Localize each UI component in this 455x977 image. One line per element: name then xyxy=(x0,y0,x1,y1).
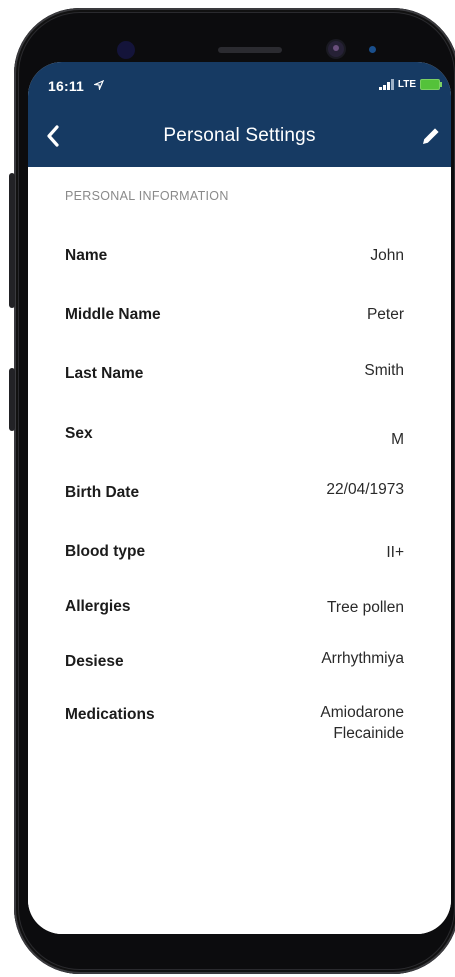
name-label: Name xyxy=(65,247,108,264)
iris-sensor xyxy=(117,41,135,59)
volume-button xyxy=(9,173,15,308)
sex-value: M xyxy=(391,431,404,448)
signal-icon xyxy=(378,79,394,90)
status-time: 16:11 xyxy=(48,78,85,94)
personal-info-content: PERSONAL INFORMATION Name John Middle Na… xyxy=(28,167,451,934)
disease-value: Arrhythmiya xyxy=(321,650,404,667)
medications-label: Medications xyxy=(65,706,155,723)
speaker-grille xyxy=(218,47,282,53)
network-label: LTE xyxy=(397,79,416,90)
status-indicators: LTE xyxy=(378,79,442,90)
medications-value: Amiodarone Flecainide xyxy=(320,702,404,744)
allergies-value: Tree pollen xyxy=(327,599,404,616)
app-screen: 16:11 LTE Personal Settings PERSONAL INF… xyxy=(28,62,451,934)
blood-type-label: Blood type xyxy=(65,543,146,560)
blood-type-value: II+ xyxy=(386,544,404,561)
location-arrow-icon xyxy=(92,79,105,93)
battery-icon xyxy=(420,79,442,90)
name-value: John xyxy=(370,247,404,264)
last-name-value: Smith xyxy=(364,362,404,379)
sex-label: Sex xyxy=(65,425,93,442)
section-title: PERSONAL INFORMATION xyxy=(65,189,229,203)
edit-button[interactable] xyxy=(419,124,443,148)
middle-name-label: Middle Name xyxy=(65,306,161,323)
page-title: Personal Settings xyxy=(163,125,316,146)
allergies-label: Allergies xyxy=(65,598,131,615)
front-camera xyxy=(328,41,344,57)
last-name-label: Last Name xyxy=(65,365,144,382)
birth-date-value: 22/04/1973 xyxy=(326,481,404,498)
pencil-icon xyxy=(423,128,439,144)
medication-item: Flecainide xyxy=(333,725,404,742)
birth-date-label: Birth Date xyxy=(65,484,140,501)
medication-item: Amiodarone xyxy=(320,704,404,721)
bixby-button xyxy=(9,368,15,431)
disease-label: Desiese xyxy=(65,653,124,670)
middle-name-value: Peter xyxy=(366,306,404,323)
app-header: 16:11 LTE Personal Settings xyxy=(28,62,451,167)
proximity-sensor xyxy=(369,46,376,53)
